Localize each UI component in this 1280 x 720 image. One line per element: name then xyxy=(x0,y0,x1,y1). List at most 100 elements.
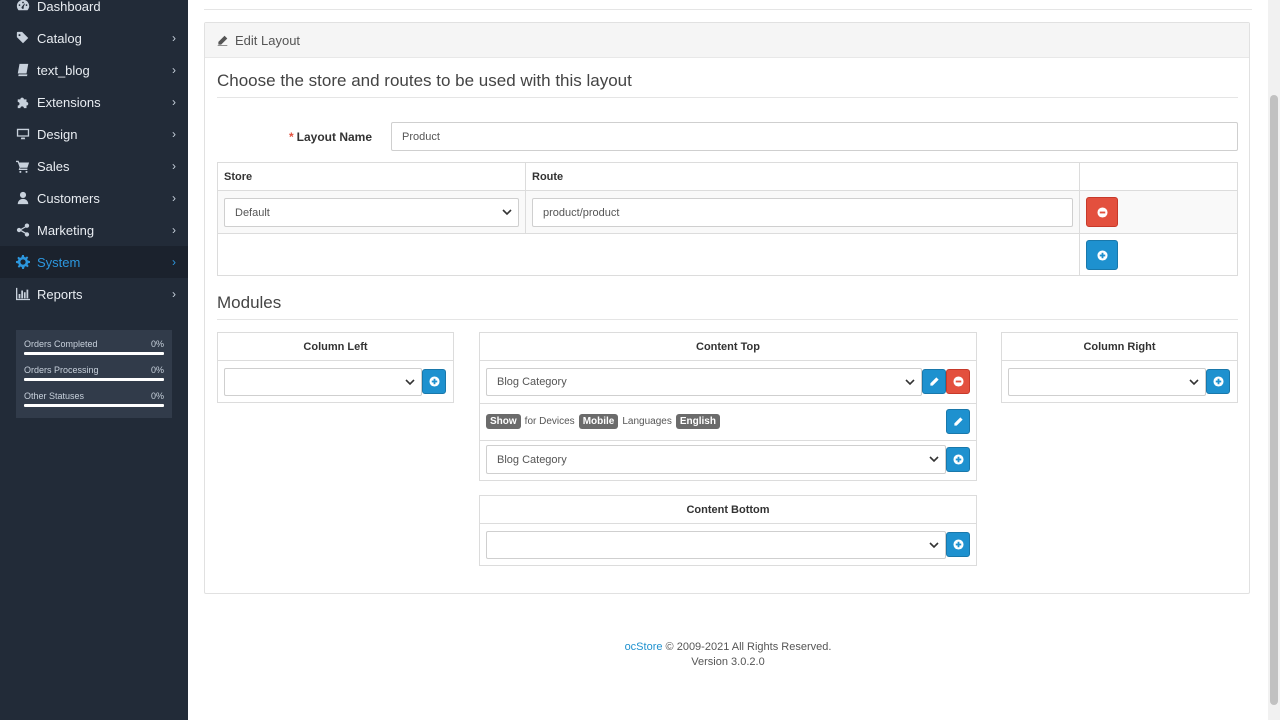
edit-layout-panel: Edit Layout Choose the store and routes … xyxy=(204,22,1250,594)
sidebar-item-label: Customers xyxy=(37,190,100,206)
content-top-module-select[interactable]: Blog Category xyxy=(486,368,922,396)
tags-icon xyxy=(0,31,37,45)
scrollbar-thumb[interactable] xyxy=(1270,95,1278,705)
progress-bar xyxy=(24,404,164,407)
share-icon xyxy=(0,223,37,237)
content-top-add-button[interactable] xyxy=(946,447,970,472)
column-right-add-button[interactable] xyxy=(1206,369,1230,394)
pencil-icon xyxy=(953,417,963,426)
content-top-title: Content Top xyxy=(480,333,976,361)
layout-name-input[interactable]: Product xyxy=(391,122,1238,151)
sidebar-item-label: System xyxy=(37,254,81,270)
column-left-select[interactable] xyxy=(224,368,422,396)
content-bottom-title: Content Bottom xyxy=(480,496,976,524)
plus-circle-icon xyxy=(952,454,964,465)
content-bottom-select[interactable] xyxy=(486,531,946,559)
module-visibility-info: Show for Devices Mobile Languages Englis… xyxy=(486,414,720,429)
chevron-right-icon: › xyxy=(172,191,176,205)
routes-header-store: Store xyxy=(217,162,526,191)
route-input[interactable]: product/product xyxy=(532,198,1073,227)
sidebar-item-system[interactable]: System › xyxy=(0,246,188,278)
book-icon xyxy=(0,63,37,77)
footer-copyright-line: ocStore © 2009-2021 All Rights Reserved. xyxy=(188,640,1268,655)
plus-circle-icon xyxy=(428,376,440,387)
content-top-remove-button[interactable] xyxy=(946,369,970,394)
cart-icon xyxy=(0,159,37,173)
scrollbar[interactable] xyxy=(1268,0,1280,720)
content-bottom-add-button[interactable] xyxy=(946,532,970,557)
chevron-right-icon: › xyxy=(172,223,176,237)
content-top-add-select-value: Blog Category xyxy=(497,453,567,466)
stat-value: 0% xyxy=(150,391,164,401)
progress-bar xyxy=(24,352,164,355)
chevron-down-icon xyxy=(905,377,915,387)
chevron-right-icon: › xyxy=(172,63,176,77)
main-content: Edit Layout Choose the store and routes … xyxy=(188,0,1268,720)
sidebar-item-customers[interactable]: Customers › xyxy=(0,182,188,214)
languages-text: Languages xyxy=(622,416,672,427)
sidebar-item-label: Design xyxy=(37,126,78,142)
routes-legend: Choose the store and routes to be used w… xyxy=(217,71,1238,98)
content-top-add-select[interactable]: Blog Category xyxy=(486,445,946,474)
desktop-icon xyxy=(0,127,37,141)
chevron-right-icon: › xyxy=(172,255,176,269)
sidebar-item-extensions[interactable]: Extensions › xyxy=(0,86,188,118)
divider xyxy=(480,440,976,441)
sidebar-item-label: Extensions xyxy=(37,94,101,110)
visibility-edit-button[interactable] xyxy=(946,409,970,434)
column-right-title: Column Right xyxy=(1002,333,1237,361)
chevron-right-icon: › xyxy=(172,159,176,173)
chevron-right-icon: › xyxy=(172,127,176,141)
sidebar-item-reports[interactable]: Reports › xyxy=(0,278,188,310)
sidebar-item-marketing[interactable]: Marketing › xyxy=(0,214,188,246)
layout-name-label: * Layout Name xyxy=(289,130,372,144)
route-column-header: Route xyxy=(532,171,564,183)
sidebar-item-label: text_blog xyxy=(37,62,90,78)
sidebar-item-text-blog[interactable]: text_blog › xyxy=(0,54,188,86)
for-devices-text: for Devices xyxy=(524,416,575,427)
panel-title: Edit Layout xyxy=(235,32,301,48)
content-top-select-value: Blog Category xyxy=(497,376,567,388)
store-select[interactable]: Default xyxy=(224,198,519,227)
language-badge: English xyxy=(675,414,720,429)
order-stats: Orders Completed 0% Orders Processing 0%… xyxy=(16,330,172,418)
chevron-down-icon xyxy=(405,377,415,387)
chevron-right-icon: › xyxy=(172,287,176,301)
add-route-button[interactable] xyxy=(1086,240,1118,270)
pencil-icon xyxy=(929,377,939,386)
column-right-select[interactable] xyxy=(1008,368,1206,396)
store-select-value: Default xyxy=(235,206,270,219)
footer: ocStore © 2009-2021 All Rights Reserved.… xyxy=(188,640,1268,670)
footer-brand-link[interactable]: ocStore xyxy=(625,641,663,653)
minus-circle-icon xyxy=(1096,206,1108,218)
chevron-right-icon: › xyxy=(172,31,176,45)
remove-route-button[interactable] xyxy=(1086,197,1118,227)
chevron-down-icon xyxy=(929,540,939,550)
sidebar-item-label: Marketing xyxy=(37,222,95,238)
progress-bar xyxy=(24,378,164,381)
minus-circle-icon xyxy=(952,376,964,387)
layout-name-label-text: Layout Name xyxy=(296,130,373,144)
content-top-edit-button[interactable] xyxy=(922,369,946,394)
sidebar-item-sales[interactable]: Sales › xyxy=(0,150,188,182)
stat-other-statuses: Other Statuses 0% xyxy=(24,388,164,414)
sidebar-item-label: Dashboard xyxy=(37,0,101,14)
column-left-title: Column Left xyxy=(218,333,453,361)
chevron-right-icon: › xyxy=(172,95,176,109)
column-left-add-button[interactable] xyxy=(422,369,446,394)
sidebar-item-design[interactable]: Design › xyxy=(0,118,188,150)
routes-footer-cell xyxy=(217,233,1080,276)
stat-value: 0% xyxy=(150,339,164,349)
sidebar-item-dashboard[interactable]: Dashboard xyxy=(0,0,188,22)
stat-label: Orders Processing xyxy=(24,365,99,375)
show-badge: Show xyxy=(486,414,521,429)
page-header-strip xyxy=(204,0,1252,10)
puzzle-icon xyxy=(0,95,37,109)
dashboard-icon xyxy=(0,0,37,13)
footer-copyright: © 2009-2021 All Rights Reserved. xyxy=(665,641,832,653)
chevron-down-icon xyxy=(929,454,939,464)
routes-header-actions xyxy=(1079,162,1238,191)
sidebar-item-catalog[interactable]: Catalog › xyxy=(0,22,188,54)
chevron-down-icon xyxy=(502,207,512,217)
stat-orders-completed: Orders Completed 0% xyxy=(24,336,164,362)
